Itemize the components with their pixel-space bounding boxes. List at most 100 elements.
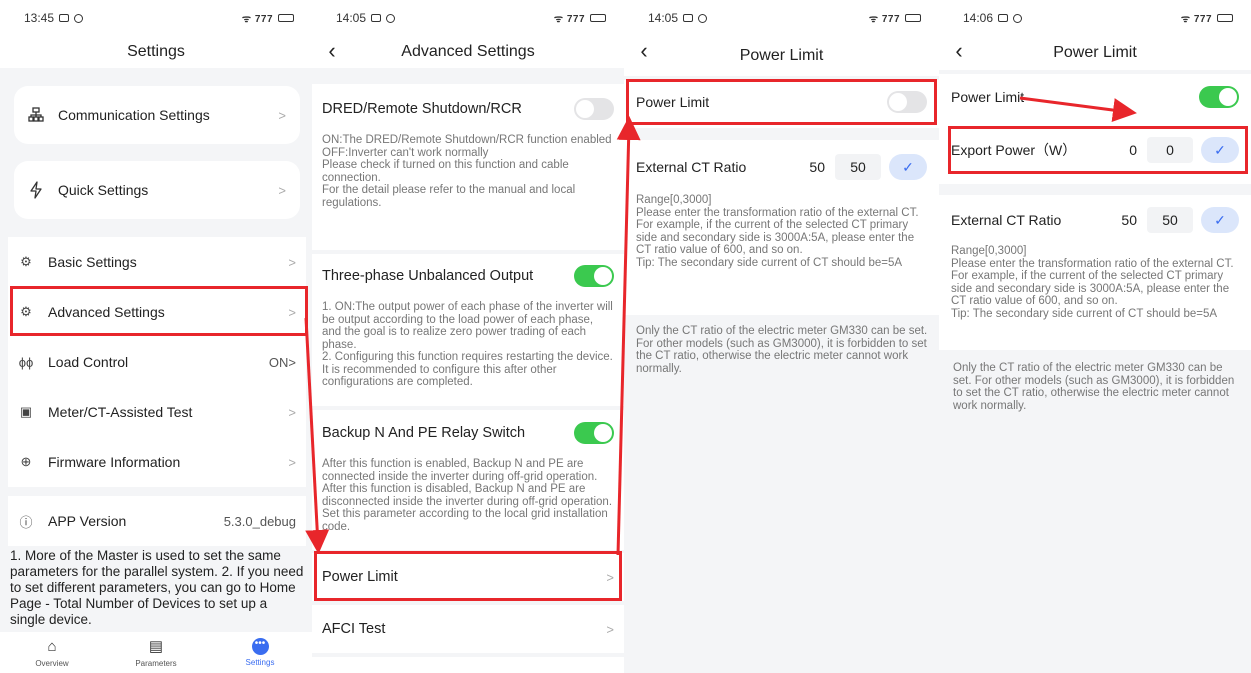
ct-ratio-card: External CT Ratio 50 50 ✓ Range[0,3000] … bbox=[624, 140, 939, 315]
network-icon bbox=[28, 107, 44, 123]
three-phase-section: Three-phase Unbalanced Output 1. ON:The … bbox=[312, 254, 624, 406]
status-time: 14:05 bbox=[336, 11, 367, 25]
section-description: ON:The DRED/Remote Shutdown/RCR function… bbox=[322, 134, 612, 209]
page-title-bar: ‹ Advanced Settings bbox=[312, 36, 624, 68]
quick-settings-label: Quick Settings bbox=[58, 182, 149, 198]
communication-settings-label: Communication Settings bbox=[58, 107, 210, 123]
confirm-check-icon[interactable]: ✓ bbox=[889, 154, 927, 180]
status-time: 13:45 bbox=[24, 11, 55, 25]
status-signal: ᯤ 777 bbox=[553, 14, 585, 25]
dred-toggle[interactable] bbox=[574, 98, 614, 120]
basic-settings-item[interactable]: ⚙ Basic Settings > bbox=[8, 237, 306, 287]
list-item-label: Basic Settings bbox=[48, 254, 137, 270]
gear-icon: ⚙ bbox=[20, 254, 32, 269]
ct-ratio-description: Range[0,3000] Please enter the transform… bbox=[951, 245, 1234, 320]
upgrade-icon: ⊕ bbox=[20, 454, 32, 469]
next-item-partial bbox=[312, 657, 624, 673]
sync-icon bbox=[698, 13, 708, 23]
backup-relay-section: Backup N And PE Relay Switch After this … bbox=[312, 410, 624, 550]
status-bar: 13:45 ᯤ 777 bbox=[0, 0, 312, 36]
settings-screen: 13:45 ᯤ 777 Settings Communication Setti… bbox=[0, 0, 312, 673]
back-arrow-icon[interactable]: ‹ bbox=[634, 38, 654, 64]
document-icon: ▤ bbox=[148, 637, 164, 655]
quick-settings-card[interactable]: Quick Settings > bbox=[14, 161, 300, 219]
sync-icon bbox=[74, 13, 84, 23]
ct-ratio-label: External CT Ratio bbox=[951, 212, 1062, 228]
battery-icon bbox=[1217, 14, 1233, 22]
power-limit-screen-on: 14:06 ᯤ 777 ‹ Power Limit Power Limit Ex… bbox=[939, 0, 1251, 673]
battery-icon bbox=[278, 14, 294, 22]
load-control-item[interactable]: ϕϕ Load Control ON> bbox=[8, 337, 306, 387]
section-title: Three-phase Unbalanced Output bbox=[322, 268, 534, 284]
power-limit-screen-off: 14:05 ᯤ 777 ‹ Power Limit Power Limit Ex… bbox=[624, 0, 939, 673]
advanced-settings-screen: 14:05 ᯤ 777 ‹ Advanced Settings DRED/Rem… bbox=[312, 0, 624, 673]
more-icon: ••• bbox=[251, 638, 269, 655]
tab-parameters[interactable]: ▤ Parameters bbox=[104, 632, 208, 673]
tab-label: Parameters bbox=[135, 658, 177, 668]
backup-relay-toggle[interactable] bbox=[574, 422, 614, 444]
chevron-right-icon: > bbox=[278, 107, 286, 123]
app-version-row: ⓘ APP Version 5.3.0_debug bbox=[8, 496, 306, 546]
back-arrow-icon[interactable]: ‹ bbox=[949, 38, 969, 64]
app-version-label: APP Version bbox=[48, 513, 127, 529]
meter-icon: ▣ bbox=[19, 404, 33, 419]
message-icon bbox=[59, 14, 70, 22]
ct-ratio-value: 50 bbox=[809, 159, 825, 175]
parallel-system-note: 1. More of the Master is used to set the… bbox=[10, 548, 304, 627]
chevron-right-icon: > bbox=[606, 621, 614, 637]
tab-overview[interactable]: ⌂ Overview bbox=[0, 632, 104, 673]
section-description: After this function is enabled, Backup N… bbox=[322, 458, 613, 533]
power-limit-toggle[interactable] bbox=[1199, 86, 1239, 108]
page-title: Advanced Settings bbox=[401, 43, 535, 60]
page-title-bar: Settings bbox=[0, 36, 312, 68]
ct-ratio-card: External CT Ratio 50 50 ✓ Range[0,3000] … bbox=[939, 195, 1251, 350]
tab-label: Overview bbox=[35, 658, 69, 668]
app-version-value: 5.3.0_debug bbox=[223, 513, 296, 529]
battery-icon bbox=[905, 14, 921, 22]
section-description: 1. ON:The output power of each phase of … bbox=[322, 301, 613, 388]
dred-section: DRED/Remote Shutdown/RCR ON:The DRED/Rem… bbox=[312, 84, 624, 250]
tab-settings[interactable]: ••• Settings bbox=[208, 632, 312, 673]
status-bar: 14:05 ᯤ 777 bbox=[624, 0, 939, 36]
page-title: Settings bbox=[127, 43, 185, 60]
battery-icon bbox=[590, 14, 606, 22]
list-item-label: Firmware Information bbox=[48, 454, 181, 470]
chevron-right-icon: > bbox=[288, 254, 296, 270]
settings-list: ⚙ Basic Settings > ⚙ Advanced Settings >… bbox=[8, 237, 306, 487]
status-time: 14:05 bbox=[648, 11, 679, 25]
status-signal: ᯤ 777 bbox=[868, 14, 900, 25]
afci-test-label: AFCI Test bbox=[322, 621, 386, 637]
meter-note: Only the CT ratio of the electric meter … bbox=[636, 325, 928, 375]
section-title: DRED/Remote Shutdown/RCR bbox=[322, 101, 522, 117]
firmware-information-item[interactable]: ⊕ Firmware Information > bbox=[8, 437, 306, 487]
chevron-right-icon: > bbox=[278, 182, 286, 198]
highlight-power-limit bbox=[314, 551, 622, 601]
ct-ratio-input[interactable]: 50 bbox=[835, 154, 881, 180]
ct-ratio-input[interactable]: 50 bbox=[1147, 207, 1193, 233]
status-signal: ᯤ 777 bbox=[1180, 14, 1212, 25]
confirm-check-icon[interactable]: ✓ bbox=[1201, 207, 1239, 233]
home-icon: ⌂ bbox=[47, 637, 57, 655]
back-arrow-icon[interactable]: ‹ bbox=[322, 38, 342, 64]
page-title-bar: ‹ Power Limit bbox=[939, 36, 1251, 70]
highlight-export-power bbox=[948, 126, 1248, 174]
sliders-icon: ϕϕ bbox=[18, 354, 34, 370]
three-phase-toggle[interactable] bbox=[574, 265, 614, 287]
status-bar: 14:05 ᯤ 777 bbox=[312, 0, 624, 36]
communication-settings-card[interactable]: Communication Settings > bbox=[14, 86, 300, 144]
message-icon bbox=[371, 14, 382, 22]
load-control-value: ON> bbox=[268, 354, 296, 370]
power-limit-label: Power Limit bbox=[951, 89, 1025, 105]
chevron-right-icon: > bbox=[288, 454, 296, 470]
sync-icon bbox=[386, 13, 396, 23]
highlight-power-limit-toggle bbox=[626, 79, 937, 125]
status-time: 14:06 bbox=[963, 11, 994, 25]
afci-test-item[interactable]: AFCI Test > bbox=[312, 605, 624, 653]
app-version-row-wrap: ⓘ APP Version 5.3.0_debug bbox=[8, 496, 306, 546]
ct-ratio-label: External CT Ratio bbox=[636, 159, 747, 175]
bottom-tab-bar: ⌂ Overview ▤ Parameters ••• Settings bbox=[0, 632, 312, 673]
highlight-advanced-settings bbox=[10, 286, 308, 336]
section-title: Backup N And PE Relay Switch bbox=[322, 425, 526, 441]
list-item-label: Meter/CT-Assisted Test bbox=[48, 404, 193, 420]
meter-ct-test-item[interactable]: ▣ Meter/CT-Assisted Test > bbox=[8, 387, 306, 437]
